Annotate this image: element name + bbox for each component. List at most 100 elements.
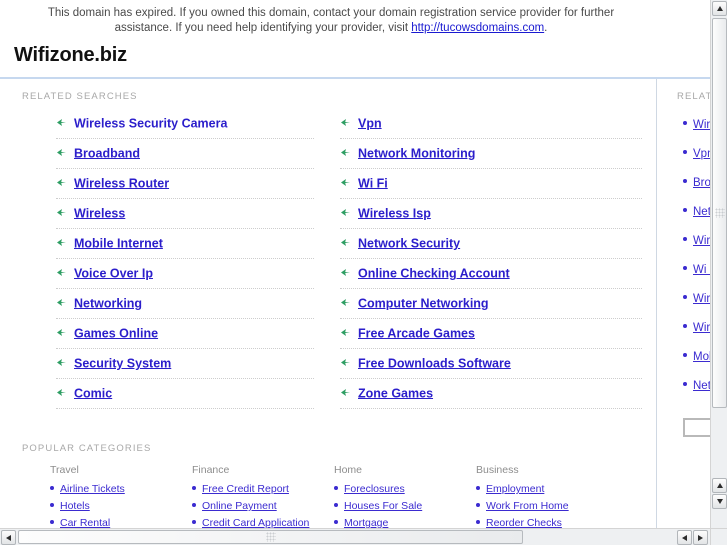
related-search-item[interactable]: Online Checking Account [340, 259, 642, 289]
related-search-link[interactable]: Broadband [74, 146, 140, 160]
category-list-item[interactable]: Employment [476, 481, 618, 498]
related-search-link[interactable]: Vpn [358, 116, 382, 130]
related-search-item[interactable]: Voice Over Ip [56, 259, 314, 289]
related-search-item[interactable]: Network Monitoring [340, 139, 642, 169]
side-related-item[interactable]: Wireless Router [683, 225, 710, 254]
related-search-link[interactable]: Network Security [358, 236, 460, 250]
side-related-link[interactable]: Broadband [693, 177, 710, 189]
related-search-link[interactable]: Computer Networking [358, 296, 489, 310]
related-search-link[interactable]: Wi Fi [358, 176, 388, 190]
horizontal-scroll-thumb[interactable] [18, 530, 523, 544]
related-search-link[interactable]: Wireless Isp [358, 206, 431, 220]
vertical-scrollbar[interactable] [710, 0, 727, 528]
related-search-item[interactable]: Free Downloads Software [340, 349, 642, 379]
category-link[interactable]: Airline Tickets [60, 483, 125, 495]
horizontal-scrollbar[interactable] [0, 528, 710, 545]
related-search-link[interactable]: Games Online [74, 326, 158, 340]
category-link[interactable]: Online Payment [202, 500, 277, 512]
scroll-right-button-left[interactable] [677, 530, 692, 545]
side-related-link[interactable]: Mobile Internet [693, 351, 710, 363]
scroll-right-button[interactable] [693, 530, 708, 545]
search-input[interactable] [683, 417, 710, 437]
related-search-link[interactable]: Networking [74, 296, 142, 310]
related-search-link[interactable]: Network Monitoring [358, 146, 475, 160]
side-related-item[interactable]: Network Monitoring [683, 196, 710, 225]
tucows-domains-link[interactable]: http://tucowsdomains.com [411, 22, 544, 34]
related-search-item[interactable]: Free Arcade Games [340, 319, 642, 349]
side-related-item[interactable]: Wireless [683, 283, 710, 312]
related-search-link[interactable]: Free Downloads Software [358, 356, 511, 370]
related-search-item[interactable]: Mobile Internet [56, 229, 314, 259]
related-search-link[interactable]: Comic [74, 386, 112, 400]
category-link[interactable]: Free Credit Report [202, 483, 289, 495]
category-list-item[interactable]: Work From Home [476, 498, 618, 515]
related-search-link[interactable]: Wireless Router [74, 176, 169, 190]
related-search-item[interactable]: Networking [56, 289, 314, 319]
category-list-item[interactable]: Mortgage [334, 515, 476, 528]
arrow-bullet-icon [340, 237, 351, 248]
category-link[interactable]: Work From Home [486, 500, 569, 512]
side-related-link[interactable]: Network Security [693, 380, 710, 392]
related-search-item[interactable]: Security System [56, 349, 314, 379]
side-related-item[interactable]: Vpn [683, 138, 710, 167]
scroll-left-button[interactable] [1, 530, 16, 545]
related-search-item[interactable]: Games Online [56, 319, 314, 349]
triangle-right-icon [698, 534, 703, 541]
category-list-item[interactable]: Reorder Checks [476, 515, 618, 528]
side-related-link[interactable]: Wireless Isp [693, 322, 710, 334]
related-search-item[interactable]: Computer Networking [340, 289, 642, 319]
category-list-item[interactable]: Online Payment [192, 498, 334, 515]
side-related-item[interactable]: Wireless Isp [683, 312, 710, 341]
related-search-item[interactable]: Wireless Isp [340, 199, 642, 229]
side-related-link[interactable]: Wireless Router [693, 235, 710, 247]
category-link[interactable]: Hotels [60, 500, 90, 512]
category-heading: Finance [192, 464, 230, 476]
category-link[interactable]: Employment [486, 483, 544, 495]
related-search-item[interactable]: Network Security [340, 229, 642, 259]
category-link[interactable]: Houses For Sale [344, 500, 422, 512]
related-search-item[interactable]: Comic [56, 379, 314, 409]
side-related-link[interactable]: Network Monitoring [693, 206, 710, 218]
related-search-item[interactable]: Zone Games [340, 379, 642, 409]
related-search-item[interactable]: Vpn [340, 109, 642, 139]
category-list-item[interactable]: Free Credit Report [192, 481, 334, 498]
category-link[interactable]: Car Rental [60, 517, 110, 528]
side-related-item[interactable]: Wireless Security Camera [683, 109, 710, 138]
related-search-link[interactable]: Zone Games [358, 386, 433, 400]
side-related-link[interactable]: Wireless [693, 293, 710, 305]
related-search-link[interactable]: Mobile Internet [74, 236, 163, 250]
related-search-item[interactable]: Wi Fi [340, 169, 642, 199]
category-list-item[interactable]: Credit Card Application [192, 515, 334, 528]
related-search-link[interactable]: Free Arcade Games [358, 326, 475, 340]
category-link[interactable]: Foreclosures [344, 483, 405, 495]
category-list-item[interactable]: Car Rental [50, 515, 192, 528]
side-related-link[interactable]: Wi Fi [693, 264, 710, 276]
scroll-down-button[interactable] [712, 494, 727, 509]
side-related-item[interactable]: Mobile Internet [683, 341, 710, 370]
side-related-link[interactable]: Wireless Security Camera [693, 119, 710, 131]
related-search-link[interactable]: Wireless [74, 206, 125, 220]
scroll-up-button[interactable] [712, 1, 727, 16]
related-search-item[interactable]: Wireless Router [56, 169, 314, 199]
category-list-item[interactable]: Hotels [50, 498, 192, 515]
side-related-item[interactable]: Network Security [683, 370, 710, 399]
vertical-scroll-thumb[interactable] [712, 18, 727, 408]
related-search-link[interactable]: Security System [74, 356, 171, 370]
side-related-item[interactable]: Wi Fi [683, 254, 710, 283]
related-search-link[interactable]: Voice Over Ip [74, 266, 153, 280]
category-list-item[interactable]: Airline Tickets [50, 481, 192, 498]
related-search-item[interactable]: Broadband [56, 139, 314, 169]
scroll-down-button-upper[interactable] [712, 478, 727, 493]
category-link[interactable]: Reorder Checks [486, 517, 562, 528]
side-related-item[interactable]: Broadband [683, 167, 710, 196]
category-list-item[interactable]: Houses For Sale [334, 498, 476, 515]
side-related-link[interactable]: Vpn [693, 148, 710, 160]
category-list-item[interactable]: Foreclosures [334, 481, 476, 498]
related-search-link[interactable]: Online Checking Account [358, 266, 510, 280]
related-search-item[interactable]: Wireless [56, 199, 314, 229]
category-link[interactable]: Mortgage [344, 517, 388, 528]
related-search-link[interactable]: Wireless Security Camera [74, 116, 227, 130]
category-link[interactable]: Credit Card Application [202, 517, 309, 528]
related-search-item[interactable]: Wireless Security Camera [56, 109, 314, 139]
triangle-up-icon [716, 6, 723, 11]
